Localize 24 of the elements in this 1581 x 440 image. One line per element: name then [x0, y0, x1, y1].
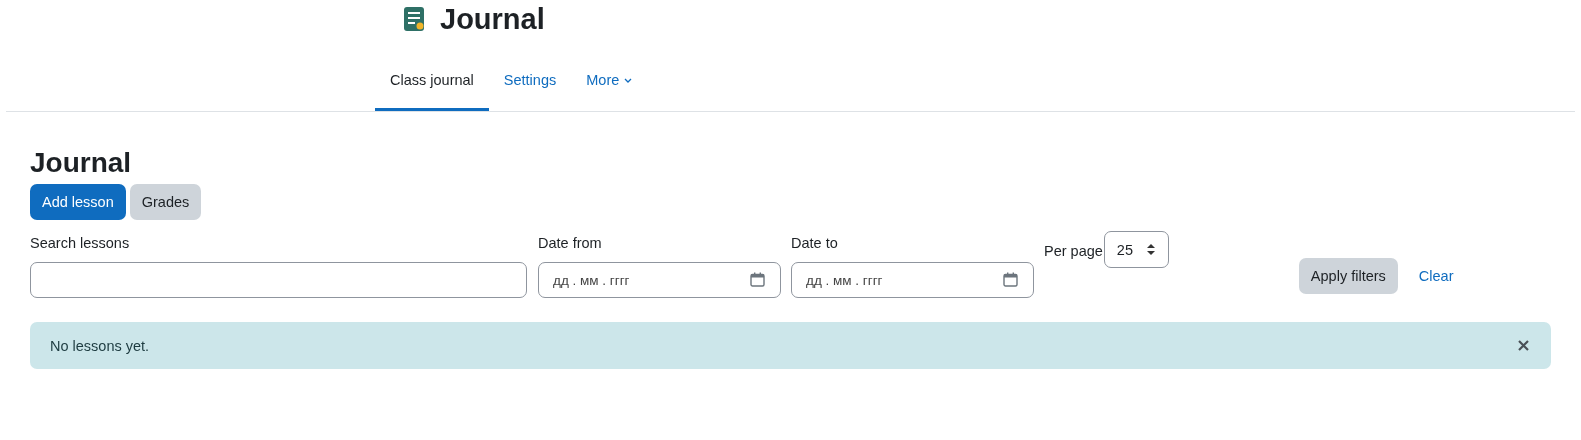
sort-arrows-icon: [1146, 244, 1155, 255]
grades-button[interactable]: Grades: [129, 184, 202, 220]
nav-tab[interactable]: Settings: [488, 58, 572, 111]
page-title: Journal: [440, 2, 545, 37]
journal-icon: [404, 7, 426, 31]
close-icon[interactable]: [1518, 340, 1529, 351]
per-page-select[interactable]: 25: [1103, 231, 1169, 268]
field-label: Date from: [538, 234, 603, 252]
field-label: Per page: [1044, 243, 1103, 259]
date-field[interactable]: дд . мм . гггг: [791, 262, 1034, 298]
nav-tab[interactable]: More: [571, 58, 648, 111]
chevron-down-icon: [624, 77, 633, 83]
date-field[interactable]: дд . мм . гггг: [538, 262, 781, 298]
add-lesson-button[interactable]: Add lesson: [30, 184, 126, 220]
field-label: Search lessons: [30, 234, 131, 252]
clear-link[interactable]: Clear: [1418, 268, 1454, 284]
alert-message: No lessons yet.: [50, 337, 150, 354]
apply-filters-button[interactable]: Apply filters: [1298, 258, 1398, 294]
field-label: Date to: [791, 234, 839, 252]
calendar-icon: [750, 272, 765, 287]
search-field[interactable]: [30, 262, 527, 298]
calendar-icon: [1003, 272, 1018, 287]
nav-tab[interactable]: Class journal: [375, 58, 489, 111]
section-heading: Journal: [30, 146, 133, 180]
